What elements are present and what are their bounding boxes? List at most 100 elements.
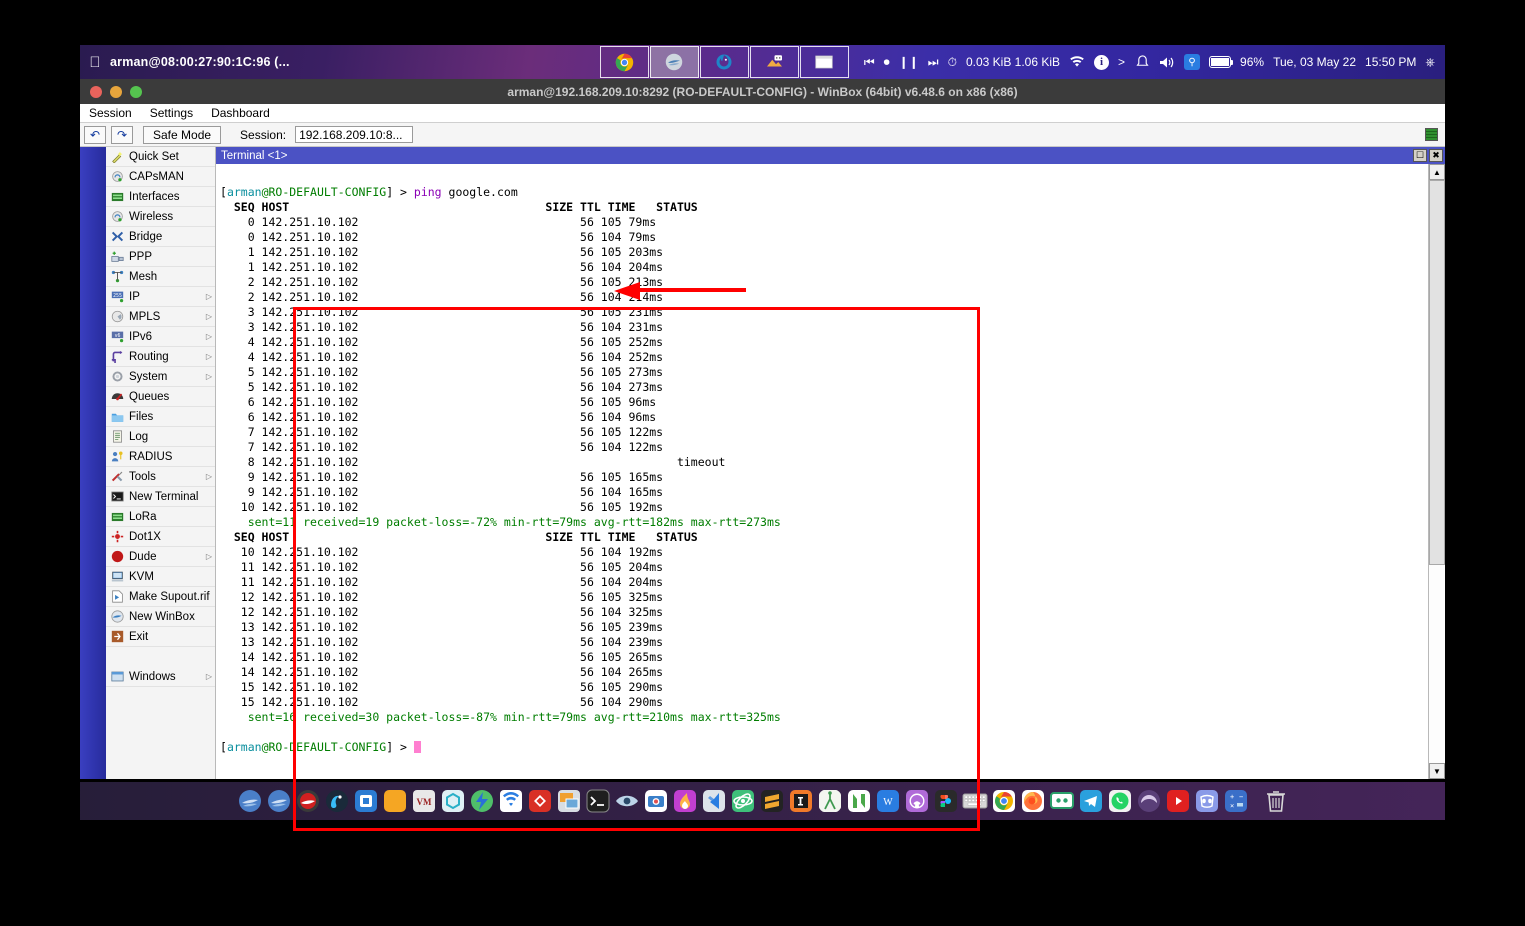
volume-icon[interactable] xyxy=(1159,55,1175,69)
dock-item-github-icon[interactable] xyxy=(904,788,930,814)
sidebar-item-dot1x[interactable]: Dot1X xyxy=(106,527,215,547)
dock-item-camera-icon[interactable] xyxy=(643,788,669,814)
sidebar-item-files[interactable]: Files xyxy=(106,407,215,427)
dock-item-architect-icon[interactable] xyxy=(817,788,843,814)
menubar-app-mattermost-icon[interactable] xyxy=(700,46,749,78)
dock-item-terminal-icon[interactable] xyxy=(585,788,611,814)
menu-dashboard[interactable]: Dashboard xyxy=(202,104,279,123)
sidebar-item-capsman[interactable]: CAPsMAN xyxy=(106,167,215,187)
sidebar-item-quick-set[interactable]: Quick Set xyxy=(106,147,215,167)
dock-item-vscode-icon[interactable] xyxy=(701,788,727,814)
dock-item-gitkraken-icon[interactable] xyxy=(324,788,350,814)
menubar-app-winbox-icon[interactable] xyxy=(650,46,699,78)
dock-item-wps-icon[interactable]: W xyxy=(875,788,901,814)
sidebar-item-new-winbox[interactable]: New WinBox xyxy=(106,607,215,627)
sidebar-item-routing[interactable]: Routing▷ xyxy=(106,347,215,367)
terminal-output-area[interactable]: [arman@RO-DEFAULT-CONFIG] > ping google.… xyxy=(216,164,1445,779)
sidebar-item-lora[interactable]: LoRa xyxy=(106,507,215,527)
dock-item-atom-icon[interactable] xyxy=(730,788,756,814)
wifi-icon[interactable] xyxy=(1069,55,1085,69)
dock-item-vmware-icon[interactable]: VM xyxy=(411,788,437,814)
sidebar-item-interfaces[interactable]: Interfaces xyxy=(106,187,215,207)
sidebar-item-queues[interactable]: Queues xyxy=(106,387,215,407)
sidebar-item-ip[interactable]: 255IP▷ xyxy=(106,287,215,307)
dock-item-teams-icon[interactable] xyxy=(353,788,379,814)
apple-logo-icon[interactable]:  xyxy=(80,55,110,70)
sidebar-item-tools[interactable]: Tools▷ xyxy=(106,467,215,487)
sidebar-item-system[interactable]: System▷ xyxy=(106,367,215,387)
sidebar-item-ppp[interactable]: PPP xyxy=(106,247,215,267)
dock-item-wifi-app-icon[interactable] xyxy=(498,788,524,814)
chevron-right-icon[interactable]: > xyxy=(1118,55,1125,69)
safe-mode-button[interactable]: Safe Mode xyxy=(143,126,221,144)
scrollbar-track[interactable] xyxy=(1429,180,1445,763)
sidebar-item-dude[interactable]: Dude▷ xyxy=(106,547,215,567)
previous-icon[interactable]: ⏮ xyxy=(864,55,875,70)
sidebar-item-ipv6[interactable]: v6IPv6▷ xyxy=(106,327,215,347)
sidebar-item-log[interactable]: Log xyxy=(106,427,215,447)
stop-icon[interactable]: ⏺ xyxy=(884,55,890,70)
info-icon[interactable]: i xyxy=(1094,55,1109,70)
dock-item-neovim-icon[interactable] xyxy=(846,788,872,814)
dock-item-discord-icon[interactable] xyxy=(1194,788,1220,814)
power-icon[interactable]: ⎈ xyxy=(1425,55,1435,70)
dock-item-obs-icon[interactable] xyxy=(1049,788,1075,814)
sidebar-item-radius[interactable]: RADIUS xyxy=(106,447,215,467)
sidebar-item-make-supout-rif[interactable]: Make Supout.rif xyxy=(106,587,215,607)
dock-item-trash-icon[interactable] xyxy=(1263,788,1289,814)
dock-item-whatsapp-icon[interactable] xyxy=(1107,788,1133,814)
dock-item-eye-icon[interactable] xyxy=(614,788,640,814)
dock-item-winbox-red-icon[interactable] xyxy=(295,788,321,814)
menu-session[interactable]: Session xyxy=(80,104,141,123)
dock-item-calculator-icon[interactable]: +−× xyxy=(1223,788,1249,814)
sidebar-item-kvm[interactable]: KVM xyxy=(106,567,215,587)
dock-item-hex-app-icon[interactable] xyxy=(440,788,466,814)
menubar-app-files-icon[interactable] xyxy=(750,46,799,78)
sidebar-item-windows[interactable]: Windows▷ xyxy=(106,667,215,687)
redo-icon[interactable]: ↷ xyxy=(111,126,133,144)
dock-item-winbox-icon[interactable] xyxy=(237,788,263,814)
dock-item-chrome-icon[interactable] xyxy=(991,788,1017,814)
bell-icon[interactable] xyxy=(1134,55,1150,69)
menubar-app-window-icon[interactable] xyxy=(800,46,849,78)
dock-item-arc-icon[interactable] xyxy=(1136,788,1162,814)
close-icon[interactable]: ✖ xyxy=(1429,149,1443,162)
scrollbar-thumb[interactable] xyxy=(1429,180,1445,565)
restore-icon[interactable]: ☐ xyxy=(1413,149,1427,162)
speedometer-icon[interactable]: ⏱ xyxy=(948,55,957,70)
sidebar-item-new-terminal[interactable]: New Terminal xyxy=(106,487,215,507)
dock-item-winbox-icon[interactable] xyxy=(266,788,292,814)
dock-item-flame-icon[interactable] xyxy=(672,788,698,814)
zoom-window-button[interactable] xyxy=(130,86,142,98)
scroll-up-button[interactable]: ▲ xyxy=(1429,164,1445,180)
dock-item-firefox-icon[interactable] xyxy=(1020,788,1046,814)
dock-item-youtube-icon[interactable] xyxy=(1165,788,1191,814)
menu-settings[interactable]: Settings xyxy=(141,104,202,123)
session-value-input[interactable]: 192.168.209.10:8... xyxy=(295,126,413,143)
dock-item-telegram-icon[interactable] xyxy=(1078,788,1104,814)
sidebar-item-wireless[interactable]: Wireless xyxy=(106,207,215,227)
dock-item-keyboard-icon[interactable] xyxy=(962,788,988,814)
next-icon[interactable]: ⏭ xyxy=(928,55,939,70)
dock-item-red-diamond-icon[interactable] xyxy=(527,788,553,814)
terminal-scrollbar[interactable]: ▲ ▼ xyxy=(1428,164,1445,779)
pause-icon[interactable]: ❙❙ xyxy=(899,55,919,69)
dock-item-intellij-icon[interactable] xyxy=(788,788,814,814)
sidebar-item-exit[interactable]: Exit xyxy=(106,627,215,647)
undo-icon[interactable]: ↶ xyxy=(84,126,106,144)
minimize-window-button[interactable] xyxy=(110,86,122,98)
dock-item-orange-app-icon[interactable] xyxy=(382,788,408,814)
dock-item-figma-icon[interactable] xyxy=(933,788,959,814)
battery-icon[interactable] xyxy=(1209,56,1231,68)
tab-terminal-1[interactable]: Terminal <1> xyxy=(216,150,287,162)
dock-item-remote-desktop-icon[interactable] xyxy=(556,788,582,814)
winbox-titlebar[interactable]: arman@192.168.209.10:8292 (RO-DEFAULT-CO… xyxy=(80,79,1445,104)
dock-item-sublime-icon[interactable] xyxy=(759,788,785,814)
dock-item-thunder-icon[interactable] xyxy=(469,788,495,814)
sidebar-item-mpls[interactable]: MPLS▷ xyxy=(106,307,215,327)
close-window-button[interactable] xyxy=(90,86,102,98)
menubar-app-chrome-icon[interactable] xyxy=(600,46,649,78)
scroll-down-button[interactable]: ▼ xyxy=(1429,763,1445,779)
search-icon[interactable]: ⚲ xyxy=(1184,54,1200,70)
sidebar-item-bridge[interactable]: Bridge xyxy=(106,227,215,247)
